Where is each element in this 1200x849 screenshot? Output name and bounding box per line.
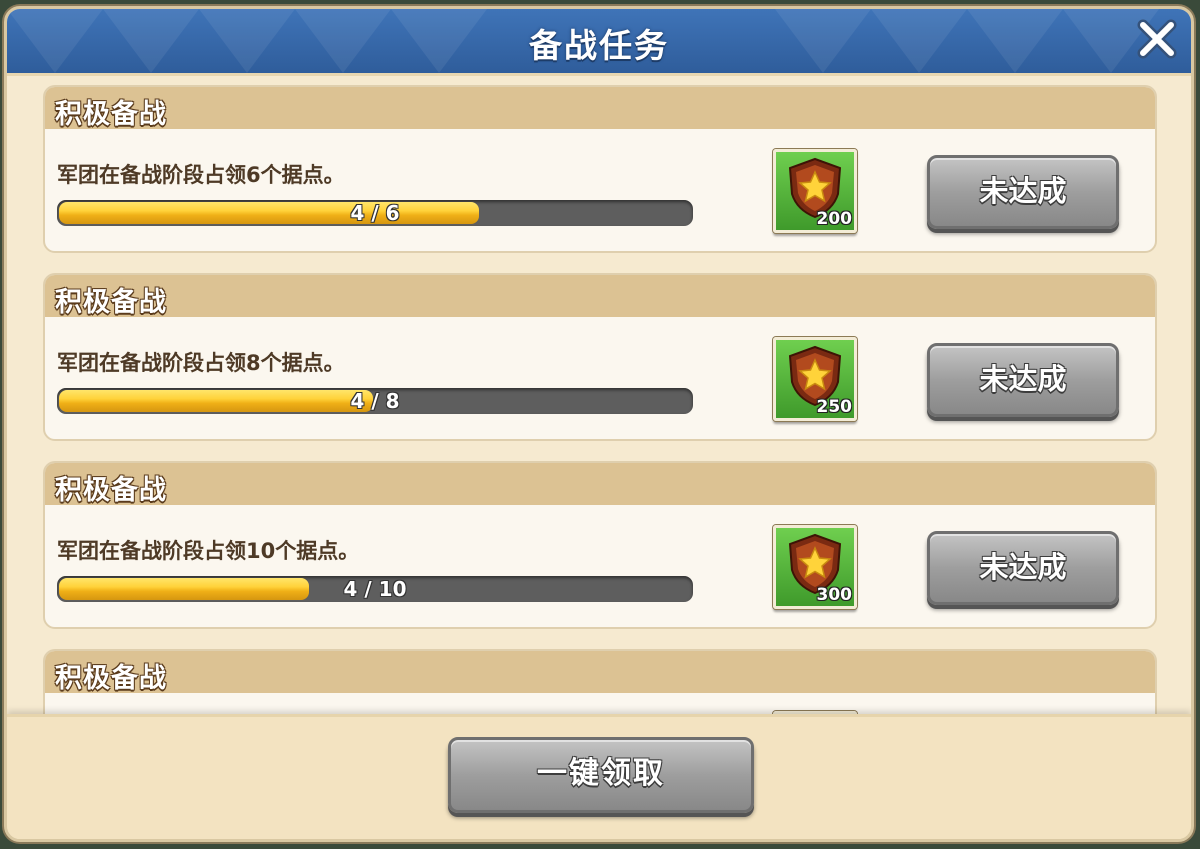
progress-text: 4 / 10 [343, 577, 407, 601]
task-header: 积极备战 [45, 275, 1155, 318]
task-card: 积极备战 军团在备战阶段占领10个据点。 4 / 10 300 未达成 [43, 461, 1157, 629]
progress-text: 4 / 8 [350, 389, 400, 413]
task-card: 积极备战 [43, 649, 1157, 721]
task-title: 积极备战 [55, 663, 167, 694]
title-bar: 备战任务 [7, 9, 1191, 76]
task-title: 积极备战 [55, 475, 167, 506]
close-button[interactable] [1135, 17, 1179, 61]
claim-all-button[interactable]: 一键领取 [448, 737, 754, 813]
task-description: 军团在备战阶段占领10个据点。 [57, 539, 360, 563]
reward-item[interactable]: 300 [773, 525, 857, 609]
task-list[interactable]: 积极备战 军团在备战阶段占领6个据点。 4 / 6 200 未达成 积极备战 军… [43, 85, 1161, 721]
task-header: 积极备战 [45, 463, 1155, 506]
progress-bar: 4 / 6 [57, 200, 693, 226]
task-card: 积极备战 军团在备战阶段占领8个据点。 4 / 8 250 未达成 [43, 273, 1157, 441]
task-header: 积极备战 [45, 651, 1155, 694]
task-title: 积极备战 [55, 99, 167, 130]
reward-count: 250 [816, 397, 853, 417]
progress-bar: 4 / 8 [57, 388, 693, 414]
reward-item[interactable]: 200 [773, 149, 857, 233]
task-title: 积极备战 [55, 287, 167, 318]
dialog-title: 备战任务 [529, 26, 669, 65]
status-button[interactable]: 未达成 [927, 531, 1119, 605]
status-button[interactable]: 未达成 [927, 155, 1119, 229]
close-icon [1137, 19, 1177, 59]
reward-item[interactable]: 250 [773, 337, 857, 421]
task-header: 积极备战 [45, 87, 1155, 130]
task-description: 军团在备战阶段占领6个据点。 [57, 163, 345, 187]
footer-bar: 一键领取 [7, 714, 1191, 839]
task-dialog: 备战任务 积极备战 军团在备战阶段占领6个据点。 4 / 6 200 未达成 积… [4, 6, 1194, 842]
task-description: 军团在备战阶段占领8个据点。 [57, 351, 345, 375]
progress-bar: 4 / 10 [57, 576, 693, 602]
reward-count: 200 [816, 209, 853, 229]
reward-count: 300 [816, 585, 853, 605]
task-card: 积极备战 军团在备战阶段占领6个据点。 4 / 6 200 未达成 [43, 85, 1157, 253]
progress-text: 4 / 6 [350, 201, 400, 225]
status-button[interactable]: 未达成 [927, 343, 1119, 417]
